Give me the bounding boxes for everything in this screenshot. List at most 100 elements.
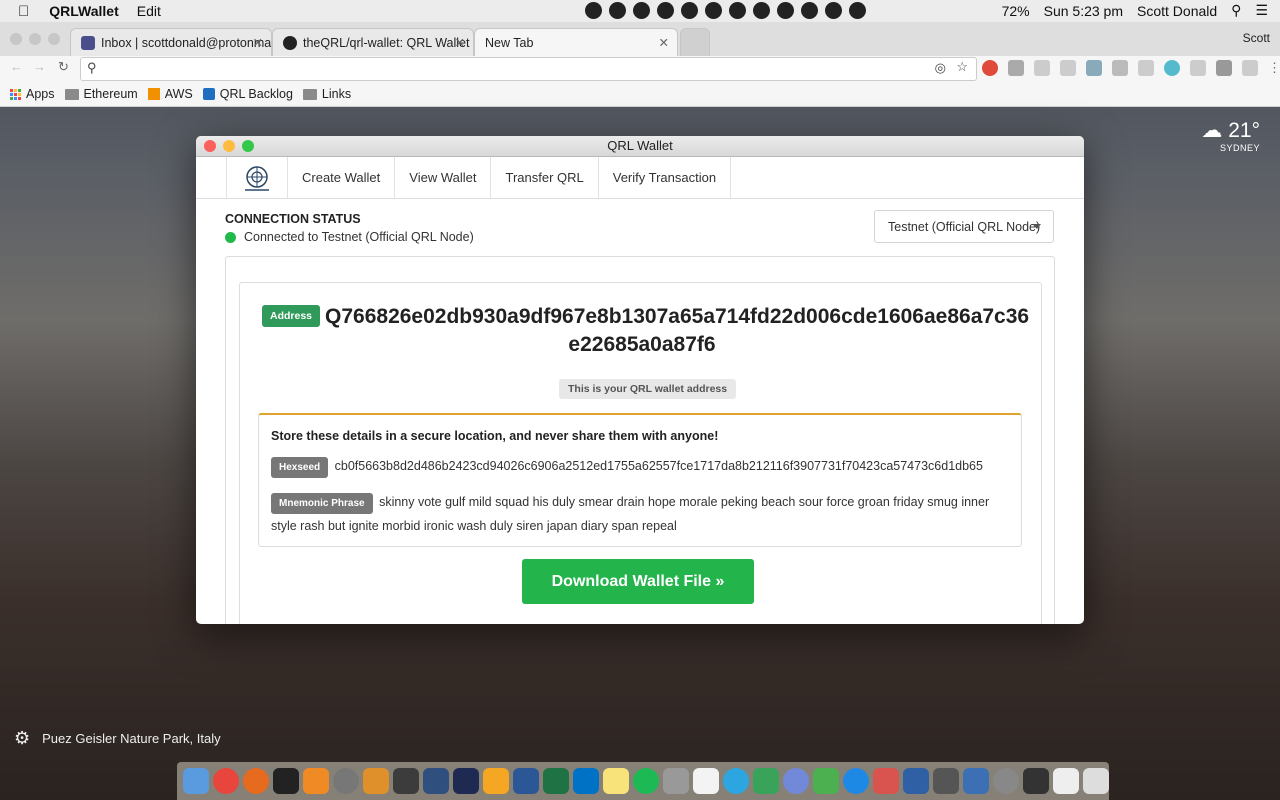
app-icon[interactable] xyxy=(873,768,899,794)
extension-icon[interactable] xyxy=(1242,60,1258,76)
sublime-icon[interactable] xyxy=(303,768,329,794)
notification-center-icon[interactable]: ☰ xyxy=(1255,2,1268,19)
menubar-app-name[interactable]: QRLWallet xyxy=(49,3,119,19)
address-bar[interactable]: ⚲ ◎ ☆ xyxy=(80,57,977,81)
apple-icon[interactable]:  xyxy=(18,3,29,20)
calendar-icon[interactable] xyxy=(693,768,719,794)
browser-tab[interactable]: theQRL/qrl-wallet: QRL Wallet ✕ xyxy=(272,28,474,56)
photoshop-icon[interactable] xyxy=(453,768,479,794)
bookmark-qrl-backlog[interactable]: QRL Backlog xyxy=(202,87,293,101)
firefox-icon[interactable] xyxy=(243,768,269,794)
app-icon[interactable] xyxy=(933,768,959,794)
new-tab-button[interactable] xyxy=(680,28,710,56)
tab-close-icon[interactable]: ✕ xyxy=(659,35,669,50)
excel-icon[interactable] xyxy=(543,768,569,794)
bookmark-ethereum[interactable]: Ethereum xyxy=(64,87,138,101)
bookmark-aws[interactable]: AWS xyxy=(147,87,193,101)
window-titlebar[interactable]: QRL Wallet xyxy=(196,136,1084,157)
tray-icon[interactable] xyxy=(729,2,746,19)
tray-icon[interactable] xyxy=(849,2,866,19)
bookmark-links[interactable]: Links xyxy=(302,87,351,101)
weather-widget[interactable]: ☁ 21° SYDNEY xyxy=(1201,118,1260,153)
app-icon[interactable] xyxy=(423,768,449,794)
tray-icon[interactable] xyxy=(657,2,674,19)
menubar-user[interactable]: Scott Donald xyxy=(1137,3,1217,19)
app-icon[interactable] xyxy=(663,768,689,794)
back-icon[interactable]: ← xyxy=(10,59,23,74)
nav-verify-transaction[interactable]: Verify Transaction xyxy=(597,157,732,198)
extension-icon[interactable] xyxy=(1112,60,1128,76)
tray-icon[interactable] xyxy=(777,2,794,19)
tab-close-icon[interactable]: ✕ xyxy=(455,35,465,50)
extension-icon[interactable] xyxy=(1138,60,1154,76)
extension-icon[interactable] xyxy=(1060,60,1076,76)
word-icon[interactable] xyxy=(513,768,539,794)
notes-icon[interactable] xyxy=(603,768,629,794)
download-wallet-button[interactable]: Download Wallet File » xyxy=(522,559,754,604)
trash-icon[interactable] xyxy=(1083,768,1109,794)
tray-icon[interactable] xyxy=(585,2,602,19)
document-icon[interactable] xyxy=(1053,768,1079,794)
app-icon[interactable] xyxy=(363,768,389,794)
extension-icon[interactable] xyxy=(1034,60,1050,76)
app-icon[interactable] xyxy=(393,768,419,794)
battery-percent[interactable]: 72% xyxy=(1002,3,1030,19)
minimize-window-button[interactable] xyxy=(29,33,41,45)
chrome-icon[interactable] xyxy=(213,768,239,794)
tray-icon[interactable] xyxy=(681,2,698,19)
app-icon[interactable] xyxy=(753,768,779,794)
finder-icon[interactable] xyxy=(183,768,209,794)
app-icon[interactable] xyxy=(483,768,509,794)
telegram-icon[interactable] xyxy=(723,768,749,794)
outlook-icon[interactable] xyxy=(573,768,599,794)
extension-icon[interactable] xyxy=(1008,60,1024,76)
bookmarks-bar: Apps Ethereum AWS QRL Backlog Links xyxy=(0,82,1280,107)
app-store-icon[interactable] xyxy=(843,768,869,794)
close-window-button[interactable] xyxy=(204,140,216,152)
close-window-button[interactable] xyxy=(10,33,22,45)
forward-icon[interactable]: → xyxy=(33,59,46,74)
zoom-window-button[interactable] xyxy=(242,140,254,152)
spotify-icon[interactable] xyxy=(633,768,659,794)
bookmark-apps[interactable]: Apps xyxy=(10,87,55,101)
virtualbox-icon[interactable] xyxy=(963,768,989,794)
system-preferences-icon[interactable] xyxy=(993,768,1019,794)
network-select[interactable]: Testnet (Official QRL Node) xyxy=(874,210,1054,243)
tray-icon[interactable] xyxy=(705,2,722,19)
location-icon[interactable]: ◎ xyxy=(935,60,946,76)
extension-icon[interactable] xyxy=(1216,60,1232,76)
menubar-edit[interactable]: Edit xyxy=(137,3,161,19)
menubar-clock[interactable]: Sun 5:23 pm xyxy=(1044,3,1123,19)
extension-icon[interactable] xyxy=(1190,60,1206,76)
caption-text: Puez Geisler Nature Park, Italy xyxy=(42,731,221,746)
app-icon[interactable] xyxy=(333,768,359,794)
nav-create-wallet[interactable]: Create Wallet xyxy=(287,157,394,198)
nav-logo[interactable] xyxy=(226,157,287,198)
nav-transfer-qrl[interactable]: Transfer QRL xyxy=(490,157,597,198)
browser-tab-active[interactable]: New Tab ✕ xyxy=(474,28,678,56)
spotlight-icon[interactable]: ⚲ xyxy=(1231,2,1241,19)
extension-icon[interactable] xyxy=(1086,60,1102,76)
bookmark-star-icon[interactable]: ☆ xyxy=(956,59,968,75)
minimize-window-button[interactable] xyxy=(223,140,235,152)
profile-name[interactable]: Scott xyxy=(1243,31,1270,45)
app-icon[interactable] xyxy=(1023,768,1049,794)
browser-tab[interactable]: Inbox | scottdonald@protonma ✕ xyxy=(70,28,272,56)
tray-icon[interactable] xyxy=(609,2,626,19)
tray-icon[interactable] xyxy=(825,2,842,19)
tab-close-icon[interactable]: ✕ xyxy=(253,35,263,50)
discord-icon[interactable] xyxy=(783,768,809,794)
chrome-menu-icon[interactable]: ⋮ xyxy=(1268,60,1280,76)
app-icon[interactable] xyxy=(903,768,929,794)
adblock-icon[interactable] xyxy=(982,60,998,76)
gear-icon[interactable]: ⚙ xyxy=(14,728,30,749)
tray-icon[interactable] xyxy=(753,2,770,19)
tray-icon[interactable] xyxy=(633,2,650,19)
tray-icon[interactable] xyxy=(801,2,818,19)
app-icon[interactable] xyxy=(813,768,839,794)
reload-icon[interactable]: ↻ xyxy=(58,59,69,75)
extension-icon[interactable] xyxy=(1164,60,1180,76)
terminal-icon[interactable] xyxy=(273,768,299,794)
nav-view-wallet[interactable]: View Wallet xyxy=(394,157,490,198)
zoom-window-button[interactable] xyxy=(48,33,60,45)
